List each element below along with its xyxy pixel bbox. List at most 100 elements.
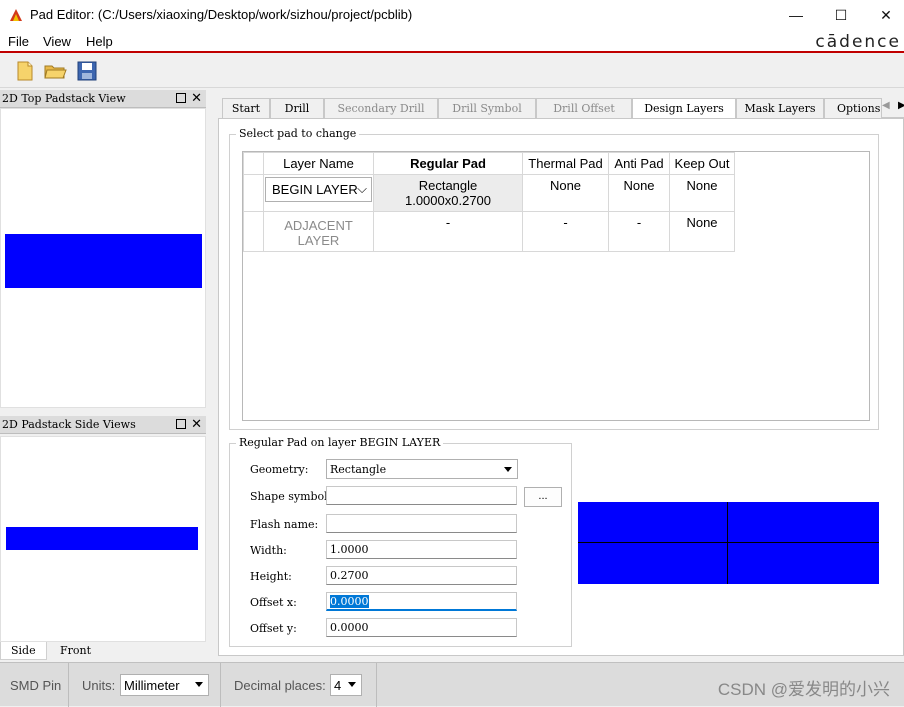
status-bar: SMD Pin Units: Millimeter Decimal places… bbox=[0, 662, 904, 707]
dropdown-arrow-icon bbox=[348, 682, 356, 687]
pin-type-status: SMD Pin bbox=[10, 678, 62, 693]
row-handle[interactable] bbox=[243, 174, 264, 212]
status-separator bbox=[68, 663, 69, 707]
regular-pad-cell[interactable]: Rectangle 1.0000x0.2700 bbox=[373, 174, 523, 212]
keep-out-cell[interactable]: None bbox=[669, 174, 735, 212]
thermal-pad-cell[interactable]: None bbox=[522, 174, 609, 212]
window-title: Pad Editor: (C:/Users/xiaoxing/Desktop/w… bbox=[30, 7, 413, 22]
tab-drill[interactable]: Drill bbox=[270, 98, 324, 118]
menu-help[interactable]: Help bbox=[86, 34, 113, 49]
shape-symbol-input[interactable] bbox=[326, 486, 517, 505]
main-panel: Start Drill Secondary Drill Drill Symbol… bbox=[218, 96, 904, 656]
scroll-right-icon[interactable]: ▶ bbox=[898, 100, 904, 111]
select-pad-legend: Select pad to change bbox=[236, 127, 360, 140]
row-handle[interactable] bbox=[243, 211, 264, 252]
side-padstack-view-panel: 2D Padstack Side Views ✕ bbox=[0, 416, 206, 644]
height-label: Height: bbox=[250, 570, 292, 583]
tab-drill-symbol[interactable]: Drill Symbol bbox=[438, 98, 536, 118]
geometry-select[interactable]: Rectangle bbox=[326, 459, 518, 479]
width-label: Width: bbox=[250, 544, 287, 557]
side-view-canvas bbox=[0, 436, 206, 642]
decimal-places-select[interactable]: 4 bbox=[330, 674, 362, 696]
side-view-pad-shape bbox=[6, 527, 198, 550]
table-row[interactable]: ADJACENT LAYER - - - None bbox=[243, 211, 735, 252]
scroll-left-icon[interactable]: ◀ bbox=[882, 100, 890, 111]
layer-select-cell[interactable]: BEGIN LAYER ⌵ bbox=[263, 174, 374, 212]
watermark: CSDN @爱发明的小兴 bbox=[717, 680, 890, 699]
units-select[interactable]: Millimeter bbox=[120, 674, 209, 696]
open-folder-icon[interactable] bbox=[43, 59, 67, 83]
tab-secondary-drill[interactable]: Secondary Drill bbox=[324, 98, 438, 118]
pad-editor-logo-icon bbox=[10, 9, 22, 21]
offset-x-label: Offset x: bbox=[250, 596, 297, 609]
flash-name-input[interactable] bbox=[326, 514, 517, 533]
offset-x-input[interactable]: 0.0000 bbox=[326, 592, 517, 611]
geometry-value: Rectangle bbox=[330, 463, 387, 476]
offset-y-input[interactable]: 0.0000 bbox=[326, 618, 517, 637]
side-view-title: 2D Padstack Side Views bbox=[2, 418, 136, 431]
minimize-button[interactable]: — bbox=[773, 0, 819, 31]
pad-layer-table: Layer Name Regular Pad Thermal Pad Anti … bbox=[243, 152, 735, 252]
save-icon[interactable] bbox=[75, 59, 99, 83]
maximize-button[interactable]: ☐ bbox=[818, 0, 864, 31]
top-view-title: 2D Top Padstack View bbox=[2, 92, 126, 105]
header-keep-out: Keep Out bbox=[669, 152, 735, 175]
chevron-down-icon: ⌵ bbox=[357, 181, 367, 196]
tab-start[interactable]: Start bbox=[222, 98, 270, 118]
menu-bar: File View Help cādence bbox=[0, 31, 904, 53]
keep-out-cell[interactable]: None bbox=[669, 211, 735, 252]
title-bar: Pad Editor: (C:/Users/xiaoxing/Desktop/w… bbox=[0, 0, 904, 31]
preview-vertical-crosshair bbox=[727, 502, 728, 584]
tab-design-layers[interactable]: Design Layers bbox=[632, 98, 736, 119]
cadence-logo: cādence bbox=[815, 32, 901, 52]
tab-drill-offset[interactable]: Drill Offset bbox=[536, 98, 632, 118]
layer-dropdown[interactable]: BEGIN LAYER ⌵ bbox=[265, 177, 372, 202]
preview-horizontal-crosshair bbox=[578, 542, 879, 543]
close-button[interactable]: ✕ bbox=[863, 0, 904, 31]
close-panel-icon[interactable]: ✕ bbox=[191, 90, 202, 106]
close-panel-icon[interactable]: ✕ bbox=[191, 416, 202, 432]
table-header-row: Layer Name Regular Pad Thermal Pad Anti … bbox=[243, 152, 735, 175]
dropdown-arrow-icon bbox=[504, 467, 512, 472]
pad-table-frame: Layer Name Regular Pad Thermal Pad Anti … bbox=[242, 151, 870, 421]
browse-symbol-button[interactable]: ... bbox=[524, 487, 562, 507]
width-input[interactable]: 1.0000 bbox=[326, 540, 517, 559]
units-label: Units: bbox=[82, 678, 116, 693]
layer-name-cell[interactable]: ADJACENT LAYER bbox=[263, 211, 374, 252]
row-handle-header bbox=[243, 152, 264, 175]
tab-front[interactable]: Front bbox=[50, 642, 101, 660]
tab-side[interactable]: Side bbox=[0, 642, 47, 660]
top-view-pad-shape bbox=[5, 234, 202, 288]
float-panel-icon[interactable] bbox=[176, 419, 186, 429]
side-view-tabs: Side Front bbox=[0, 642, 206, 662]
regular-pad-group: Regular Pad on layer BEGIN LAYER Geometr… bbox=[229, 436, 572, 647]
side-view-header: 2D Padstack Side Views ✕ bbox=[0, 416, 206, 434]
flash-name-label: Flash name: bbox=[250, 518, 319, 531]
regular-pad-cell[interactable]: - bbox=[373, 211, 523, 252]
offset-y-label: Offset y: bbox=[250, 622, 297, 635]
select-pad-group: Select pad to change Layer Name Regular … bbox=[229, 127, 879, 430]
anti-pad-cell[interactable]: None bbox=[608, 174, 670, 212]
new-file-icon[interactable] bbox=[13, 59, 37, 83]
menu-view[interactable]: View bbox=[43, 34, 71, 49]
shape-symbol-label: Shape symbol: bbox=[250, 490, 332, 503]
regular-pad-legend: Regular Pad on layer BEGIN LAYER bbox=[236, 436, 444, 449]
tab-options[interactable]: Options bbox=[824, 98, 882, 118]
top-view-canvas bbox=[0, 108, 206, 408]
table-row[interactable]: BEGIN LAYER ⌵ Rectangle 1.0000x0.2700 No… bbox=[243, 174, 735, 212]
thermal-pad-cell[interactable]: - bbox=[522, 211, 609, 252]
menu-file[interactable]: File bbox=[8, 34, 29, 49]
float-panel-icon[interactable] bbox=[176, 93, 186, 103]
anti-pad-cell[interactable]: - bbox=[608, 211, 670, 252]
dropdown-arrow-icon bbox=[195, 682, 203, 687]
status-separator bbox=[376, 663, 377, 707]
height-input[interactable]: 0.2700 bbox=[326, 566, 517, 585]
top-view-header: 2D Top Padstack View ✕ bbox=[0, 90, 206, 108]
status-separator bbox=[220, 663, 221, 707]
header-layer-name: Layer Name bbox=[263, 152, 374, 175]
top-padstack-view-panel: 2D Top Padstack View ✕ bbox=[0, 90, 206, 410]
header-anti-pad: Anti Pad bbox=[608, 152, 670, 175]
tab-mask-layers[interactable]: Mask Layers bbox=[736, 98, 824, 118]
offset-x-selected-text: 0.0000 bbox=[330, 595, 369, 608]
geometry-label: Geometry: bbox=[250, 463, 309, 476]
